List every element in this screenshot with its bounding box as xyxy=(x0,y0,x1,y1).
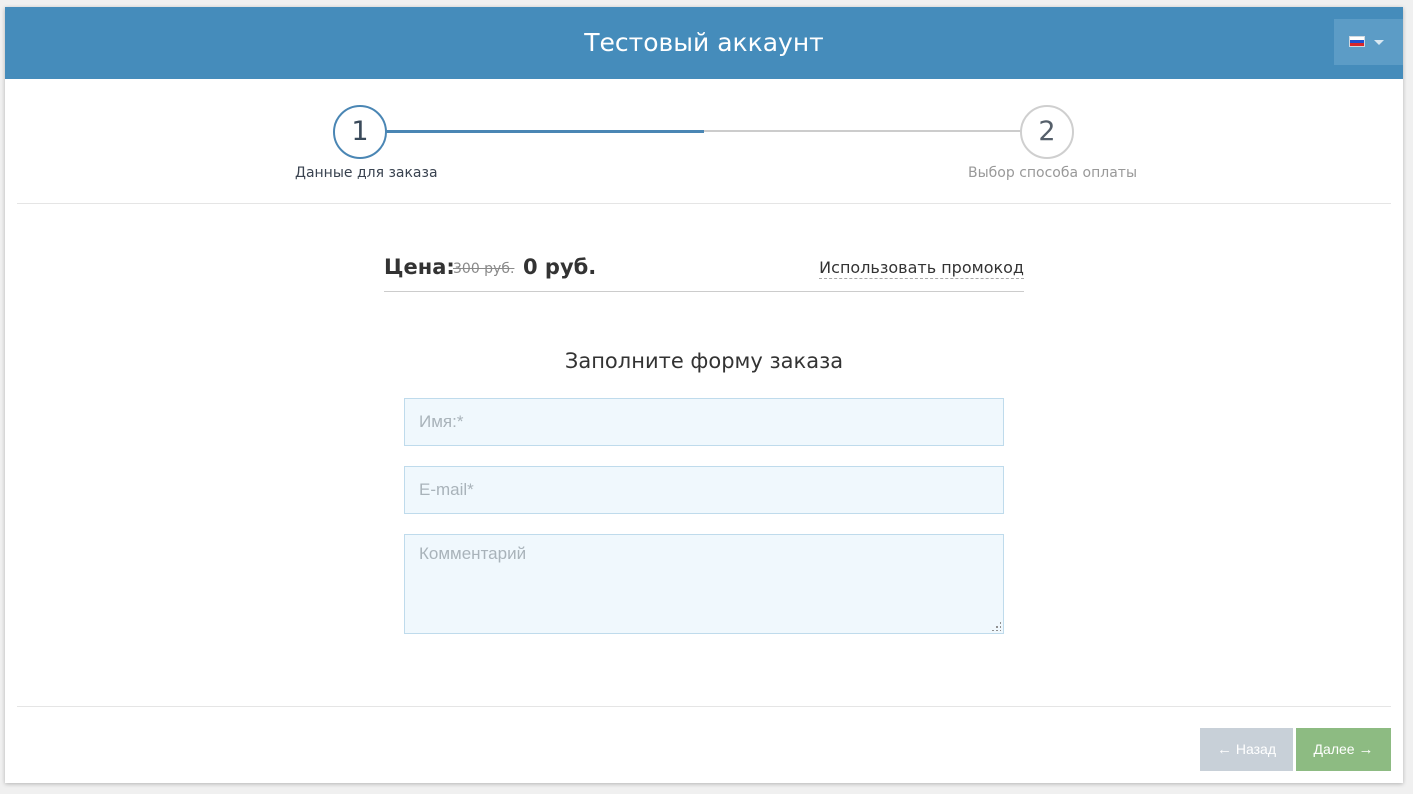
form-title: Заполните форму заказа xyxy=(564,349,844,373)
new-price: 0 руб. xyxy=(523,255,597,279)
chevron-down-icon xyxy=(1374,40,1384,45)
price-label: Цена: xyxy=(384,255,455,279)
old-price: 300 руб. xyxy=(453,261,515,277)
back-button-label: Назад xyxy=(1235,741,1276,757)
arrow-left-icon: ← xyxy=(1216,741,1232,758)
divider xyxy=(17,203,1391,204)
step-2-circle: 2 xyxy=(1020,105,1074,159)
step-progress-line-active xyxy=(386,130,704,133)
arrow-right-icon: → xyxy=(1358,741,1374,758)
price-row: Цена: 300 руб. 0 руб. Использовать промо… xyxy=(384,247,1024,292)
step-1-circle: 1 xyxy=(333,105,387,159)
name-input[interactable] xyxy=(404,398,1004,446)
price-divider xyxy=(384,291,1024,292)
use-promo-code-link[interactable]: Использовать промокод xyxy=(819,258,1024,279)
header: Тестовый аккаунт xyxy=(5,7,1403,79)
stepper: 1 Данные для заказа 2 Выбор способа опла… xyxy=(5,79,1403,203)
page-title: Тестовый аккаунт xyxy=(584,28,824,57)
language-dropdown[interactable] xyxy=(1334,19,1403,65)
russia-flag-icon xyxy=(1349,36,1365,47)
email-input[interactable] xyxy=(404,466,1004,514)
back-button[interactable]: ← Назад xyxy=(1200,728,1293,771)
next-button[interactable]: Далее → xyxy=(1296,728,1391,771)
step-2-label: Выбор способа оплаты xyxy=(968,165,1137,181)
divider xyxy=(17,706,1391,707)
comment-textarea[interactable] xyxy=(404,534,1004,634)
step-progress-line-inactive xyxy=(704,130,1024,132)
order-card: Тестовый аккаунт 1 Данные для заказа 2 В… xyxy=(5,7,1403,783)
next-button-label: Далее xyxy=(1313,741,1355,757)
step-1-label: Данные для заказа xyxy=(295,165,438,181)
